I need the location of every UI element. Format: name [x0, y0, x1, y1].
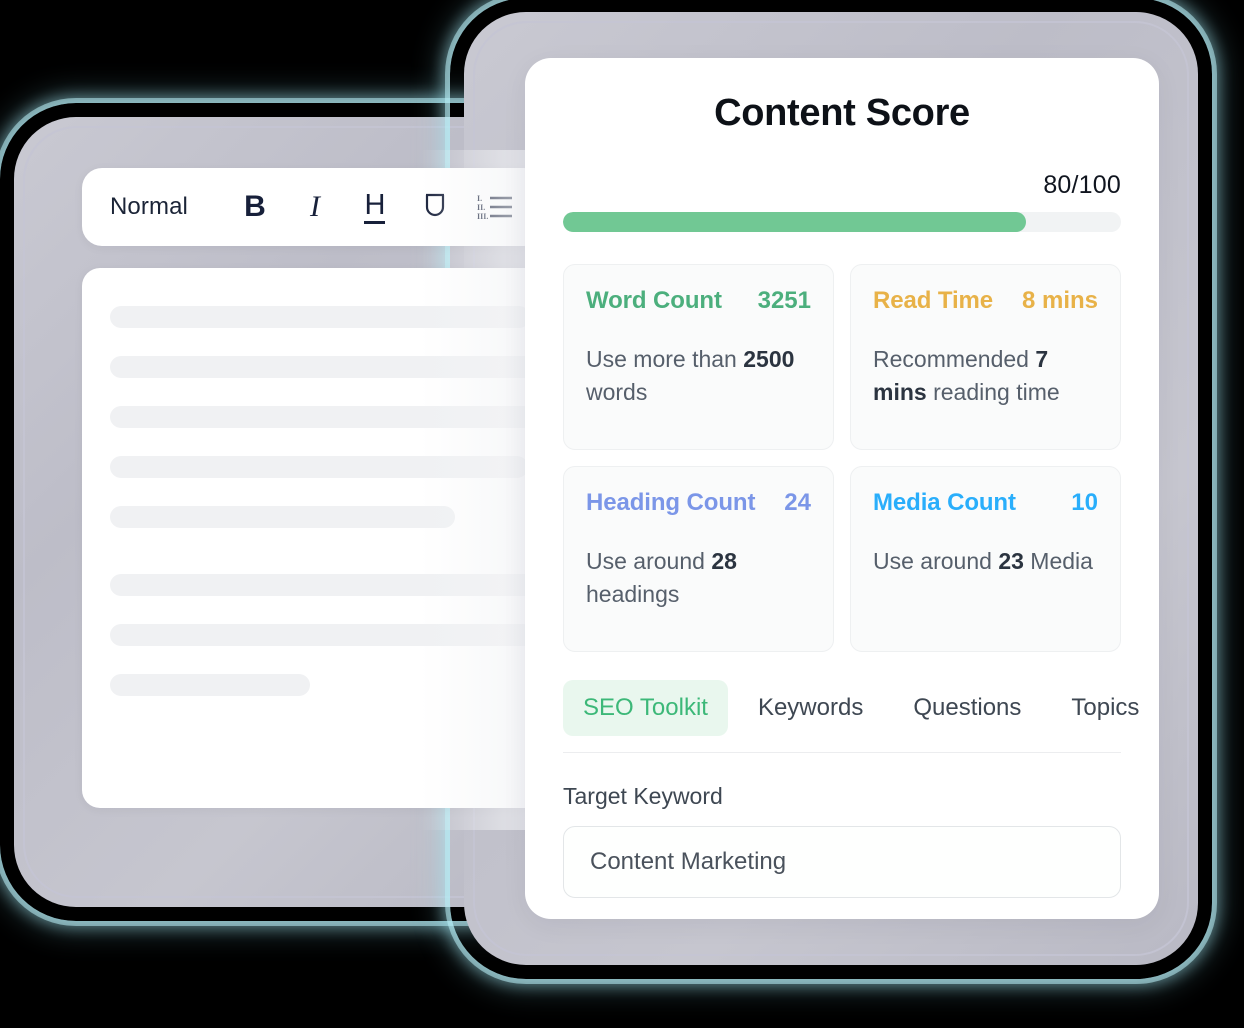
hint-suffix: Media: [1023, 548, 1093, 574]
tab-topics[interactable]: Topics: [1051, 680, 1159, 736]
content-score-panel: Content Score 80/100 Word Count 3251 Use…: [525, 58, 1159, 919]
tab-keywords[interactable]: Keywords: [738, 680, 883, 736]
metric-hint: Recommended 7 mins reading time: [873, 343, 1098, 408]
score-readout: 80/100: [1043, 171, 1121, 199]
tab-seo-toolkit[interactable]: SEO Toolkit: [563, 680, 728, 736]
metric-value: 10: [1071, 489, 1098, 516]
metric-hint: Use around 28 headings: [586, 545, 811, 610]
hint-strong: 28: [711, 548, 737, 574]
metric-value: 24: [784, 489, 811, 516]
metric-header: Media Count 10: [873, 489, 1098, 517]
hint-prefix: Use around: [873, 548, 999, 574]
hint-strong: 2500: [743, 346, 795, 372]
metric-value: 3251: [757, 287, 811, 314]
metric-header: Word Count 3251: [586, 287, 811, 315]
metric-label: Heading Count: [586, 489, 756, 516]
toolkit-tabs: SEO Toolkit Keywords Questions Topics: [563, 680, 1139, 753]
metric-label: Read Time: [873, 287, 994, 314]
metric-card-read-time[interactable]: Read Time 8 mins Recommended 7 mins read…: [850, 264, 1121, 450]
metric-label: Media Count: [873, 489, 1016, 516]
page-title: Content Score: [714, 92, 970, 134]
metric-header: Heading Count 24: [586, 489, 811, 517]
metric-hint: Use around 23 Media: [873, 545, 1098, 578]
metric-header: Read Time 8 mins: [873, 287, 1098, 315]
hint-prefix: Use around: [586, 548, 712, 574]
target-keyword-input[interactable]: Content Marketing: [563, 826, 1121, 898]
metric-card-grid: Word Count 3251 Use more than 2500 words…: [563, 264, 1121, 652]
metric-value: 8 mins: [1021, 287, 1098, 314]
hint-prefix: Use more than: [586, 346, 744, 372]
hint-suffix: reading time: [926, 378, 1060, 405]
metric-card-word-count[interactable]: Word Count 3251 Use more than 2500 words: [563, 264, 834, 450]
screenshot-stage: Normal B I H I. II. III. Content Score 8…: [0, 0, 1244, 1028]
hint-strong: 23: [998, 548, 1024, 574]
target-keyword-label: Target Keyword: [563, 783, 723, 809]
metric-label: Word Count: [586, 287, 722, 314]
metric-card-heading-count[interactable]: Heading Count 24 Use around 28 headings: [563, 466, 834, 652]
hint-suffix: headings: [586, 580, 680, 607]
tab-questions[interactable]: Questions: [893, 680, 1041, 736]
hint-suffix: words: [586, 378, 648, 405]
hint-prefix: Recommended: [873, 346, 1036, 372]
score-progress-track: [563, 212, 1121, 232]
score-progress-fill: [563, 212, 1027, 232]
metric-card-media-count[interactable]: Media Count 10 Use around 23 Media: [850, 466, 1121, 652]
metric-hint: Use more than 2500 words: [586, 343, 811, 408]
